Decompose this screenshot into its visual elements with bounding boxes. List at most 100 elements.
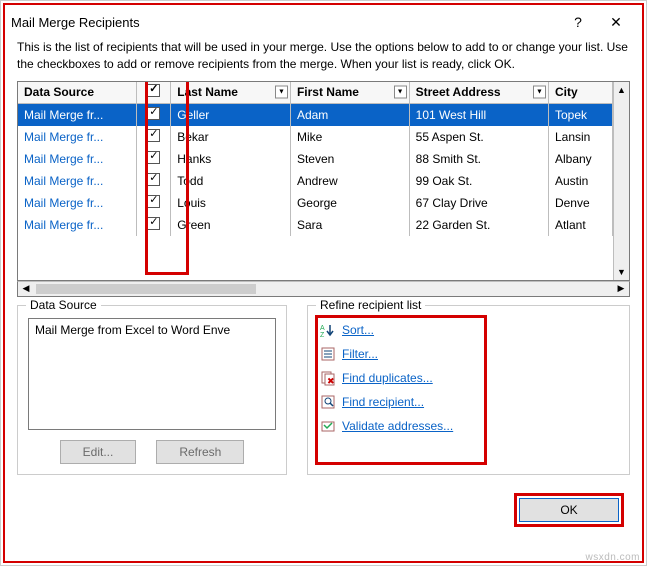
column-header-first-name[interactable]: First Name ▼ [290,82,409,104]
row-checkbox[interactable] [147,217,160,230]
cell-last-name: Green [171,214,291,236]
help-button[interactable]: ? [560,11,596,33]
duplicates-icon: ✖ [320,370,336,386]
cell-first-name: Steven [290,148,409,170]
cell-city: Topek [548,104,612,126]
cell-checkbox[interactable] [137,148,171,170]
table-row[interactable]: Mail Merge fr...LouisGeorge67 Clay Drive… [18,192,613,214]
data-source-item[interactable]: Mail Merge from Excel to Word Enve [35,323,269,337]
validate-addresses-link[interactable]: Validate addresses... [342,419,453,433]
find-duplicates-link-row[interactable]: ✖ Find duplicates... [318,366,619,390]
cell-last-name: Louis [171,192,291,214]
cell-first-name: Adam [290,104,409,126]
cell-checkbox[interactable] [137,104,171,126]
column-header-city[interactable]: City [548,82,612,104]
cell-data-source: Mail Merge fr... [18,104,137,126]
filter-icon [320,346,336,362]
validate-addresses-link-row[interactable]: Validate addresses... [318,414,619,438]
cell-city: Lansin [548,126,612,148]
table-row[interactable]: Mail Merge fr...GreenSara22 Garden St.At… [18,214,613,236]
row-checkbox[interactable] [147,129,160,142]
cell-first-name: Mike [290,126,409,148]
table-row[interactable]: Mail Merge fr...GellerAdam101 West HillT… [18,104,613,126]
data-source-list[interactable]: Mail Merge from Excel to Word Enve [28,318,276,430]
row-checkbox[interactable] [147,151,160,164]
cell-street-address: 99 Oak St. [409,170,548,192]
highlight-outer: Mail Merge Recipients ? ✕ This is the li… [3,3,644,563]
highlight-ok-button: OK [514,493,624,527]
edit-button[interactable]: Edit... [60,440,137,464]
cell-first-name: Sara [290,214,409,236]
row-checkbox[interactable] [147,173,160,186]
cell-last-name: Hanks [171,148,291,170]
scroll-right-icon[interactable]: ▶ [613,282,629,296]
validate-icon [320,418,336,434]
cell-last-name: Todd [171,170,291,192]
column-header-checkbox[interactable] [137,82,171,104]
table-row[interactable]: Mail Merge fr... BekarMike55 Aspen St.Lan… [18,126,613,148]
svg-text:✖: ✖ [327,376,335,386]
scroll-down-icon[interactable]: ▼ [614,264,629,280]
find-recipient-link[interactable]: Find recipient... [342,395,424,409]
scroll-up-icon[interactable]: ▲ [614,82,629,98]
cell-last-name: Geller [171,104,291,126]
recipients-table: Data Source Last Name ▼ First Name ▼ [18,82,613,236]
sort-link[interactable]: Sort... [342,323,374,337]
cell-checkbox[interactable] [137,170,171,192]
table-row[interactable]: Mail Merge fr...HanksSteven88 Smith St.A… [18,148,613,170]
header-label: City [555,85,578,99]
find-recipient-icon [320,394,336,410]
find-duplicates-link[interactable]: Find duplicates... [342,371,433,385]
horizontal-scrollbar[interactable]: ◀ ▶ [17,281,630,297]
svg-text:Z: Z [320,332,325,338]
cell-checkbox[interactable] [137,192,171,214]
dialog-title: Mail Merge Recipients [11,15,558,30]
header-label: First Name [297,85,359,99]
dropdown-icon[interactable]: ▼ [275,86,288,99]
titlebar: Mail Merge Recipients ? ✕ [5,5,642,39]
table-row[interactable]: Mail Merge fr... ToddAndrew99 Oak St.Aust… [18,170,613,192]
data-source-label: Data Source [26,298,101,312]
refine-label: Refine recipient list [316,298,425,312]
cell-data-source: Mail Merge fr... [18,126,137,148]
cell-street-address: 22 Garden St. [409,214,548,236]
header-label: Data Source [24,85,94,99]
cell-checkbox[interactable] [137,214,171,236]
refresh-button[interactable]: Refresh [156,440,244,464]
cell-first-name: Andrew [290,170,409,192]
cell-city: Austin [548,170,612,192]
scroll-left-icon[interactable]: ◀ [18,282,34,296]
row-checkbox[interactable] [147,107,160,120]
ok-button[interactable]: OK [519,498,619,522]
cell-data-source: Mail Merge fr... [18,148,137,170]
column-header-data-source[interactable]: Data Source [18,82,137,104]
row-checkbox[interactable] [147,195,160,208]
find-recipient-link-row[interactable]: Find recipient... [318,390,619,414]
cell-checkbox[interactable] [137,126,171,148]
sort-icon: AZ [320,322,336,338]
column-header-last-name[interactable]: Last Name ▼ [171,82,291,104]
filter-link-row[interactable]: Filter... [318,342,619,366]
cell-last-name: Bekar [171,126,291,148]
mail-merge-recipients-dialog: Mail Merge Recipients ? ✕ This is the li… [0,0,647,566]
vertical-scrollbar[interactable]: ▲ ▼ [613,82,629,280]
cell-street-address: 55 Aspen St. [409,126,548,148]
dialog-footer: OK [5,475,642,537]
cell-city: Albany [548,148,612,170]
cell-city: Denve [548,192,612,214]
cell-city: Atlant [548,214,612,236]
cell-data-source: Mail Merge fr... [18,170,137,192]
select-all-checkbox[interactable] [147,84,160,97]
refine-recipient-list-group: Refine recipient list AZ Sort... Filter.… [307,305,630,475]
cell-street-address: 67 Clay Drive [409,192,548,214]
instructions-text: This is the list of recipients that will… [5,39,642,81]
dropdown-icon[interactable]: ▼ [533,86,546,99]
cell-data-source: Mail Merge fr... [18,192,137,214]
column-header-street-address[interactable]: Street Address ▼ [409,82,548,104]
close-button[interactable]: ✕ [598,11,634,33]
watermark: wsxdn.com [585,552,640,563]
scroll-thumb[interactable] [36,284,256,294]
dropdown-icon[interactable]: ▼ [394,86,407,99]
sort-link-row[interactable]: AZ Sort... [318,318,619,342]
filter-link[interactable]: Filter... [342,347,378,361]
